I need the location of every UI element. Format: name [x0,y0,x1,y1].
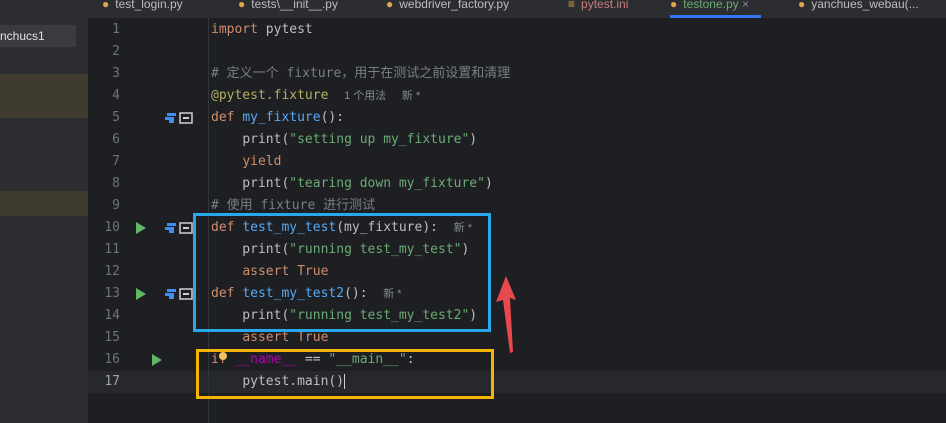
project-sidebar: nchucs1 [0,0,88,423]
line-number: 8 [112,176,120,191]
code-line[interactable]: def my_fixture(): [211,107,344,129]
line-number: 3 [112,66,120,81]
sidebar-highlight [0,191,88,216]
tab-yanchues-webau[interactable]: ● yanchues_webau(... [798,0,919,18]
line-number: 9 [112,198,120,213]
line-number: 1 [112,22,120,37]
sidebar-item-label: nchucs1 [0,29,45,43]
fixture-usage-icon[interactable] [165,288,195,300]
line-number: 6 [112,132,120,147]
code-comment[interactable]: # 定义一个 fixture，用于在测试之前设置和清理 [211,63,510,85]
python-file-icon: ● [386,0,394,11]
decorator: @pytest.fixture [211,88,329,103]
code-line[interactable]: import pytest [211,19,313,41]
editor-tab-bar: ● test_login.py ● tests\__init__.py ● webdr… [88,0,946,19]
fixture-usage-icon[interactable] [165,112,195,124]
annotation-arrow [496,276,516,353]
run-main-icon[interactable] [152,354,162,366]
keyword: import [211,22,258,37]
run-test-icon[interactable] [136,222,146,234]
python-file-icon: ● [670,0,678,11]
tab-testone[interactable]: ● testone.py × [670,0,761,18]
tab-pytest-ini[interactable]: ≡ pytest.ini [568,0,628,18]
usage-hint[interactable]: 1 个用法 [344,90,386,102]
line-number: 10 [104,220,120,235]
fixture-usage-icon[interactable] [165,222,195,234]
ini-file-icon: ≡ [568,0,576,11]
line-number-current: 17 [104,374,120,389]
line-number: 7 [112,154,120,169]
tab-webdriver-factory[interactable]: ● webdriver_factory.py [386,0,509,18]
line-number: 16 [104,352,120,367]
code-line[interactable]: print("setting up my_fixture") [211,129,477,151]
annotation-box-blue [193,213,491,332]
close-icon[interactable]: × [742,0,749,11]
line-number: 14 [104,308,120,323]
python-file-icon: ● [238,0,246,11]
run-test-icon[interactable] [136,288,146,300]
code-line[interactable]: print("tearing down my_fixture") [211,173,492,195]
line-number: 11 [104,242,120,257]
sidebar-highlight [0,74,88,118]
python-file-icon: ● [102,0,110,11]
line-number: 2 [112,44,120,59]
author-hint[interactable]: 新 * [402,90,420,102]
line-number: 13 [104,286,120,301]
sidebar-header [0,0,88,18]
line-number: 4 [112,88,120,103]
code-line[interactable]: yield [211,151,281,173]
line-number: 15 [104,330,120,345]
tab-test-login[interactable]: ● test_login.py [102,0,183,18]
python-file-icon: ● [798,0,806,11]
code-line[interactable]: @pytest.fixture 1 个用法 新 * [211,85,420,107]
tab-tests-init[interactable]: ● tests\__init__.py [238,0,338,18]
annotation-box-yellow [196,349,494,399]
line-number: 12 [104,264,120,279]
function-name: my_fixture [242,110,321,125]
sidebar-item-selected[interactable]: nchucs1 [0,25,76,47]
line-number: 5 [112,110,120,125]
